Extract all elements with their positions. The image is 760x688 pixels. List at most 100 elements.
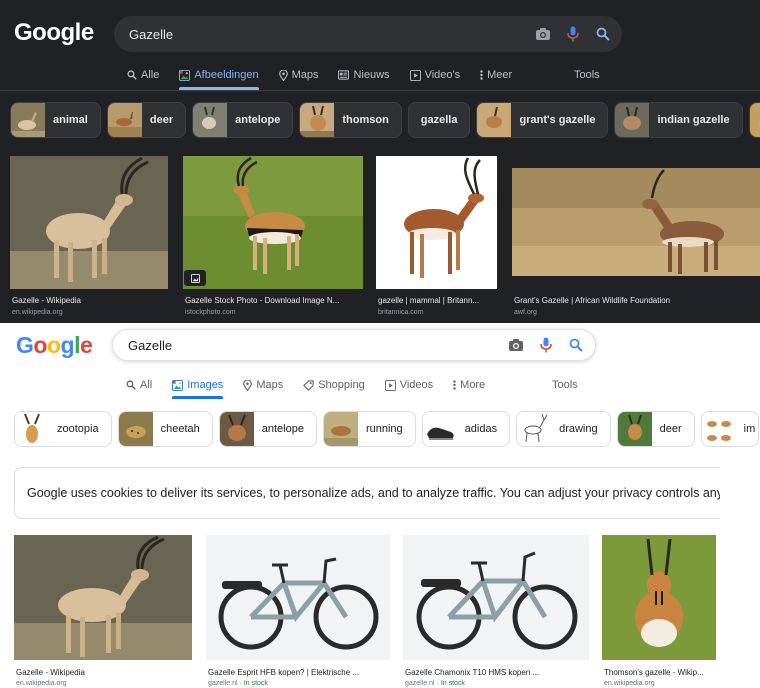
location-pin-icon: [278, 69, 288, 81]
play-icon: [384, 379, 396, 391]
image-result[interactable]: Gazelle Chamonix T10 HMS kopen ... gazel…: [403, 535, 589, 688]
tab-news[interactable]: Nieuws: [338, 62, 390, 88]
chip-thumbnail: [15, 412, 49, 446]
tab-all[interactable]: All: [126, 372, 152, 398]
play-icon: [409, 69, 421, 81]
search-input[interactable]: Gazelle: [113, 338, 505, 353]
chip-thumbnail: [300, 103, 335, 137]
chip-label: deer: [149, 114, 174, 126]
chip-deer[interactable]: deer: [616, 411, 695, 447]
chip-partial[interactable]: [748, 102, 760, 138]
image-result[interactable]: Gazelle - Wikipedia en.wikipedia.org: [10, 156, 168, 321]
chip-gazella[interactable]: gazella: [407, 102, 471, 138]
tab-more[interactable]: Meer: [480, 62, 512, 88]
image-icon: [179, 69, 191, 81]
chip-running[interactable]: running: [322, 411, 416, 447]
chip-label: antelope: [261, 423, 304, 435]
image-result[interactable]: gazelle | mammal | Britann... britannica…: [376, 156, 497, 321]
result-caption: Thomson's gazelle - Wikip...: [604, 668, 704, 677]
image-result[interactable]: Gazelle Esprit HFB kopen? | Elektrische …: [206, 535, 390, 688]
tag-icon: [303, 379, 314, 391]
tab-videos[interactable]: Video's: [409, 62, 460, 88]
search-input[interactable]: Gazelle: [114, 27, 532, 42]
chip-zootopia[interactable]: zootopia: [14, 411, 112, 447]
tab-videos[interactable]: Videos: [384, 372, 434, 398]
result-domain: en.wikipedia.org: [604, 680, 655, 687]
more-vertical-icon: [453, 380, 456, 390]
chip-label: cheetah: [160, 423, 200, 435]
chip-antelope[interactable]: antelope: [218, 411, 317, 447]
chip-grants-gazelle[interactable]: grant's gazelle: [476, 102, 609, 138]
chip-animal[interactable]: animal: [10, 102, 101, 138]
chip-antelope[interactable]: antelope: [192, 102, 294, 138]
chip-cheetah[interactable]: cheetah: [117, 411, 213, 447]
chip-indian-gazelle[interactable]: indian gazelle: [614, 102, 743, 138]
newspaper-icon: [338, 70, 350, 80]
tab-label: Maps: [256, 379, 284, 391]
camera-icon[interactable]: [505, 334, 527, 356]
related-chips: animal deer antelope thomson gazella gra…: [10, 102, 760, 138]
tab-more[interactable]: More: [453, 372, 485, 398]
chip-label: thomson: [342, 114, 389, 126]
tab-all[interactable]: Alle: [127, 62, 159, 88]
search-bar[interactable]: Gazelle: [114, 16, 622, 52]
tab-images[interactable]: Afbeeldingen: [179, 62, 259, 90]
result-caption: Gazelle Esprit HFB kopen? | Elektrische …: [208, 668, 360, 677]
tab-label: Meer: [487, 69, 513, 81]
chip-drawing[interactable]: drawing: [516, 411, 611, 447]
result-source: en.wikipedia.org: [12, 309, 63, 316]
result-source: awf.org: [514, 309, 537, 316]
chip-adidas[interactable]: adidas: [421, 411, 511, 447]
tools-button[interactable]: Tools: [552, 379, 578, 391]
tab-shopping[interactable]: Shopping: [303, 372, 365, 398]
tab-label: All: [140, 379, 153, 391]
chip-thumbnail: [701, 412, 736, 446]
chip-thumbnail: [422, 412, 457, 446]
tab-label: Maps: [291, 69, 319, 81]
chip-deer[interactable]: deer: [106, 102, 187, 138]
related-chips: zootopia cheetah antelope running adidas…: [14, 411, 759, 447]
tab-label: Videos: [399, 379, 434, 391]
logo-letter: o: [46, 332, 61, 358]
microphone-icon[interactable]: [562, 23, 584, 45]
tab-label: Alle: [141, 69, 160, 81]
chip-thumbnail: [617, 412, 652, 446]
search-tabs: All Images Maps Shopping Videos More: [126, 372, 505, 399]
search-icon[interactable]: [592, 23, 614, 45]
result-domain: en.wikipedia.org: [16, 680, 67, 687]
chip-label: deer: [659, 423, 682, 435]
divider: [0, 90, 760, 91]
image-result[interactable]: Thomson's gazelle - Wikip... en.wikipedi…: [602, 535, 716, 688]
result-domain: gazelle.nl: [208, 680, 238, 687]
tab-maps[interactable]: Maps: [278, 62, 319, 88]
tab-maps[interactable]: Maps: [243, 372, 283, 398]
result-caption: gazelle | mammal | Britann...: [378, 296, 480, 305]
search-icon[interactable]: [565, 334, 587, 356]
result-image: [602, 535, 716, 660]
camera-icon[interactable]: [532, 23, 554, 45]
chip-thumbnail: [11, 103, 45, 137]
google-logo[interactable]: Google: [16, 332, 93, 359]
tab-images[interactable]: Images: [172, 372, 224, 399]
result-source: britannica.com: [378, 309, 424, 316]
chip-thumbnail: [517, 412, 552, 446]
chip-thumbnail: [477, 103, 512, 137]
result-image: [14, 535, 192, 660]
result-source: gazelle.nl · In stock: [405, 680, 465, 687]
image-result[interactable]: Grant's Gazelle | African Wildlife Found…: [512, 168, 760, 321]
chip-thomson[interactable]: thomson: [299, 102, 402, 138]
result-source: gazelle.nl · In stock: [208, 680, 268, 687]
microphone-icon[interactable]: [535, 334, 557, 356]
more-vertical-icon: [480, 70, 483, 80]
google-logo[interactable]: Google: [14, 19, 94, 47]
logo-letter: G: [16, 332, 34, 358]
tools-button[interactable]: Tools: [574, 69, 600, 81]
search-bar[interactable]: Gazelle: [112, 329, 596, 361]
chip-label: im: [743, 423, 756, 435]
image-result[interactable]: Gazelle Stock Photo - Download Image N..…: [183, 156, 363, 321]
result-source: istockphoto.com: [185, 309, 236, 316]
image-result[interactable]: Gazelle - Wikipedia en.wikipedia.org: [14, 535, 192, 688]
logo-letter: g: [60, 332, 75, 358]
chip-partial[interactable]: im: [700, 411, 759, 447]
chip-label: gazella: [420, 114, 458, 126]
